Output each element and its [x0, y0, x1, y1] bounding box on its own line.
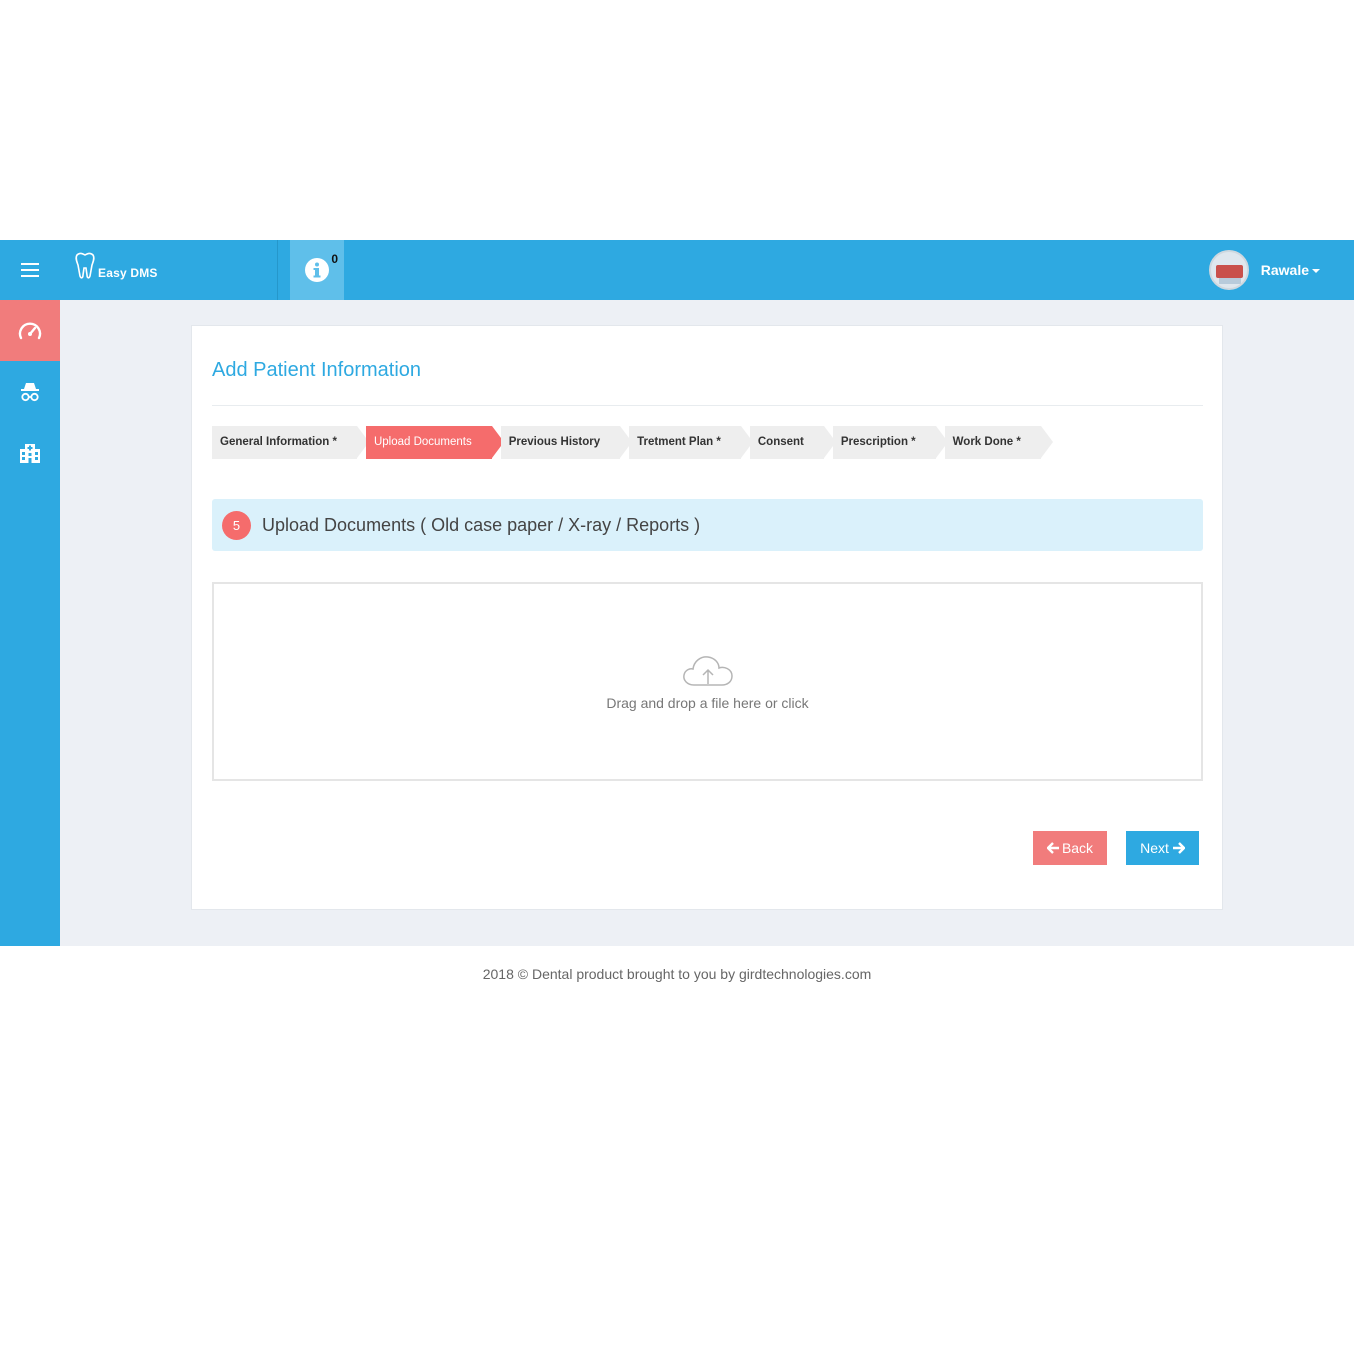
back-button-label: Back — [1061, 840, 1094, 856]
app-shell: Easy DMS 0 Rawale Add Patient Informatio… — [0, 240, 1354, 946]
footer-text: 2018 © Dental product brought to you by … — [482, 966, 872, 982]
hamburger-icon — [21, 263, 39, 277]
divider — [212, 405, 1203, 406]
top-bar: Easy DMS 0 Rawale — [0, 240, 1354, 300]
hospital-icon — [20, 443, 40, 463]
tooth-logo-icon — [75, 252, 95, 279]
cloud-upload-icon — [682, 655, 733, 686]
sidebar-item-clinic[interactable] — [0, 422, 60, 483]
sidebar-item-dashboard[interactable] — [0, 300, 60, 361]
file-dropzone[interactable]: Drag and drop a file here or click — [212, 582, 1203, 781]
sidebar-item-patients[interactable] — [0, 361, 60, 422]
notifications-button[interactable]: 0 — [290, 240, 344, 300]
info-icon — [305, 258, 329, 282]
section-title: Upload Documents ( Old case paper / X-ra… — [262, 514, 701, 535]
arrow-right-icon — [1172, 842, 1185, 854]
brand-logo[interactable]: Easy DMS — [60, 240, 278, 300]
back-button[interactable]: Back — [1033, 831, 1107, 865]
page-title: Add Patient Information — [212, 359, 422, 381]
next-button-label: Next — [1140, 840, 1169, 856]
step-treatment-plan[interactable]: Tretment Plan * — [629, 426, 753, 459]
arrow-left-icon — [1046, 842, 1059, 854]
notification-count-badge: 0 — [331, 252, 338, 266]
patient-form-card: Add Patient Information General Informat… — [191, 325, 1223, 910]
step-consent[interactable]: Consent — [749, 426, 836, 459]
brand-name: Easy DMS — [98, 266, 158, 280]
caret-down-icon — [1312, 269, 1320, 273]
step-work-done[interactable]: Work Done * — [944, 426, 1054, 459]
avatar — [1208, 250, 1249, 290]
sidebar — [0, 300, 60, 946]
next-button[interactable]: Next — [1126, 831, 1199, 865]
step-previous-history[interactable]: Previous History — [500, 426, 633, 459]
step-general-information[interactable]: General Information * — [212, 426, 369, 459]
step-prescription[interactable]: Prescription * — [832, 426, 948, 459]
wizard-steps: General Information * Upload Documents P… — [212, 426, 1054, 459]
step-number-badge: 5 — [222, 510, 251, 540]
user-menu[interactable]: Rawale — [1208, 250, 1320, 290]
user-name: Rawale — [1260, 262, 1309, 278]
speedometer-icon — [18, 321, 42, 339]
section-header: 5 Upload Documents ( Old case paper / X-… — [212, 499, 1203, 551]
user-secret-icon — [21, 382, 39, 401]
menu-toggle-button[interactable] — [0, 240, 60, 300]
dropzone-text: Drag and drop a file here or click — [606, 694, 809, 711]
step-upload-documents[interactable]: Upload Documents — [365, 426, 504, 459]
